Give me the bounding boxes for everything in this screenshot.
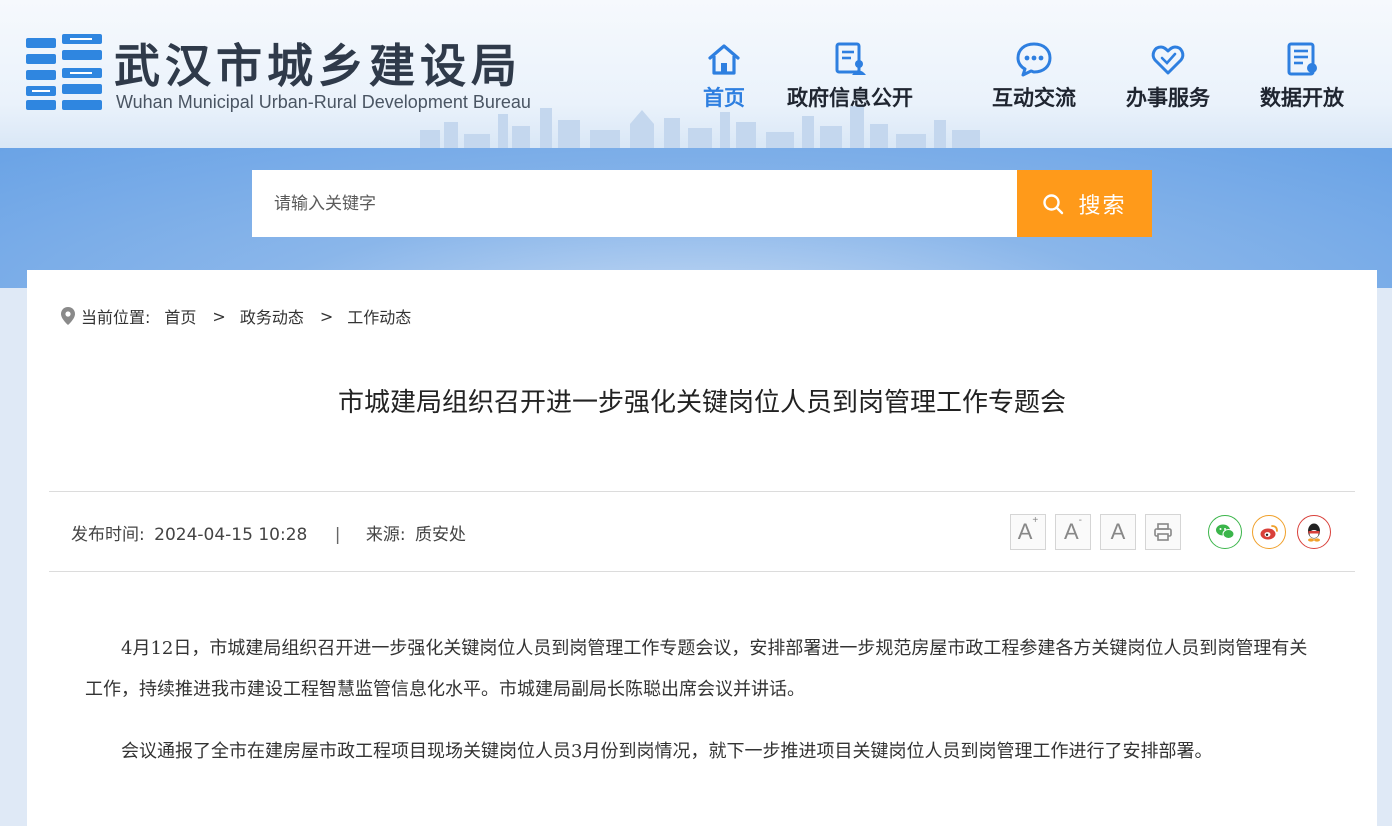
nav-label-open-data: 数据开放 <box>1260 86 1344 110</box>
font-larger-icon: A <box>1017 519 1033 544</box>
nav-item-home[interactable]: 首页 <box>692 40 756 112</box>
nav-item-open-data[interactable]: 数据开放 <box>1254 40 1350 112</box>
nav-label-gov-info: 政府信息公开 <box>787 86 913 110</box>
breadcrumb-separator: > <box>319 306 334 326</box>
search-input[interactable] <box>252 170 1018 237</box>
data-doc-icon <box>1287 42 1317 76</box>
article-title: 市城建局组织召开进一步强化关键岗位人员到岗管理工作专题会 <box>337 388 1066 418</box>
site-title-en: Wuhan Municipal Urban-Rural Development … <box>116 92 531 112</box>
article-meta: 发布时间: 2024-04-15 10:28 | 来源: 质安处 <box>71 520 466 545</box>
main-nav: 首页 政府信息公开 互动交流 办事服务 数据开放 <box>692 40 1392 120</box>
article-card: 当前位置: 首页 > 政务动态 > 工作动态 市城建局组织召开进一步强化关键岗位… <box>27 270 1377 826</box>
share-weibo-button[interactable] <box>1252 515 1286 549</box>
nav-label-home: 首页 <box>703 86 745 110</box>
document-user-icon <box>835 42 866 75</box>
weibo-icon <box>1260 525 1278 540</box>
search-button[interactable]: 搜索 <box>1017 170 1152 237</box>
site-title-cn: 武汉市城乡建设局 <box>114 39 522 93</box>
nav-label-interaction: 互动交流 <box>992 86 1076 110</box>
breadcrumb-separator: > <box>212 306 226 326</box>
font-larger-button[interactable]: A+ <box>1010 514 1046 550</box>
meta-separator: | <box>334 525 341 545</box>
font-smaller-button[interactable]: A- <box>1055 514 1091 550</box>
share-qq-button[interactable] <box>1297 515 1331 549</box>
font-default-button[interactable]: A <box>1100 514 1136 550</box>
bureau-logo-icon <box>26 34 102 110</box>
font-default-icon: A <box>1110 519 1126 544</box>
breadcrumb-gov-news[interactable]: 政务动态 <box>240 304 304 328</box>
wechat-icon <box>1216 524 1235 539</box>
article-body: 4月12日，市城建局组织召开进一步强化关键岗位人员到岗管理工作专题会议，安排部署… <box>85 628 1315 793</box>
search-button-label: 搜索 <box>1078 193 1127 219</box>
nav-item-interaction[interactable]: 互动交流 <box>986 40 1082 112</box>
chat-bubble-icon <box>1016 42 1052 77</box>
share-wechat-button[interactable] <box>1208 515 1242 549</box>
breadcrumb-prefix: 当前位置: <box>81 308 151 327</box>
breadcrumb-home[interactable]: 首页 <box>164 304 196 328</box>
divider <box>49 571 1355 572</box>
nav-item-services[interactable]: 办事服务 <box>1120 40 1216 112</box>
publish-time: 2024-04-15 10:28 <box>154 525 308 545</box>
home-icon <box>708 44 740 75</box>
nav-label-services: 办事服务 <box>1126 86 1210 110</box>
location-pin-icon <box>61 307 75 325</box>
nav-item-gov-info[interactable]: 政府信息公开 <box>780 40 920 112</box>
print-icon <box>1154 523 1172 541</box>
breadcrumb-work-news[interactable]: 工作动态 <box>347 304 411 328</box>
search-icon <box>1043 193 1064 214</box>
breadcrumb: 当前位置: 首页 > 政务动态 > 工作动态 <box>61 304 411 328</box>
heart-hand-icon <box>1151 45 1185 75</box>
font-smaller-icon: A <box>1063 519 1079 544</box>
source-value: 质安处 <box>415 525 467 545</box>
source-label: 来源: <box>365 525 406 545</box>
article-paragraph: 4月12日，市城建局组织召开进一步强化关键岗位人员到岗管理工作专题会议，安排部署… <box>85 638 1308 700</box>
divider <box>49 491 1355 492</box>
site-header: 武汉市城乡建设局 Wuhan Municipal Urban-Rural Dev… <box>0 0 1392 148</box>
publish-label: 发布时间: <box>71 525 145 545</box>
print-button[interactable] <box>1145 514 1181 550</box>
qq-icon <box>1308 523 1320 542</box>
article-paragraph: 会议通报了全市在建房屋市政工程项目现场关键岗位人员3月份到岗情况，就下一步推进项… <box>121 741 1213 762</box>
